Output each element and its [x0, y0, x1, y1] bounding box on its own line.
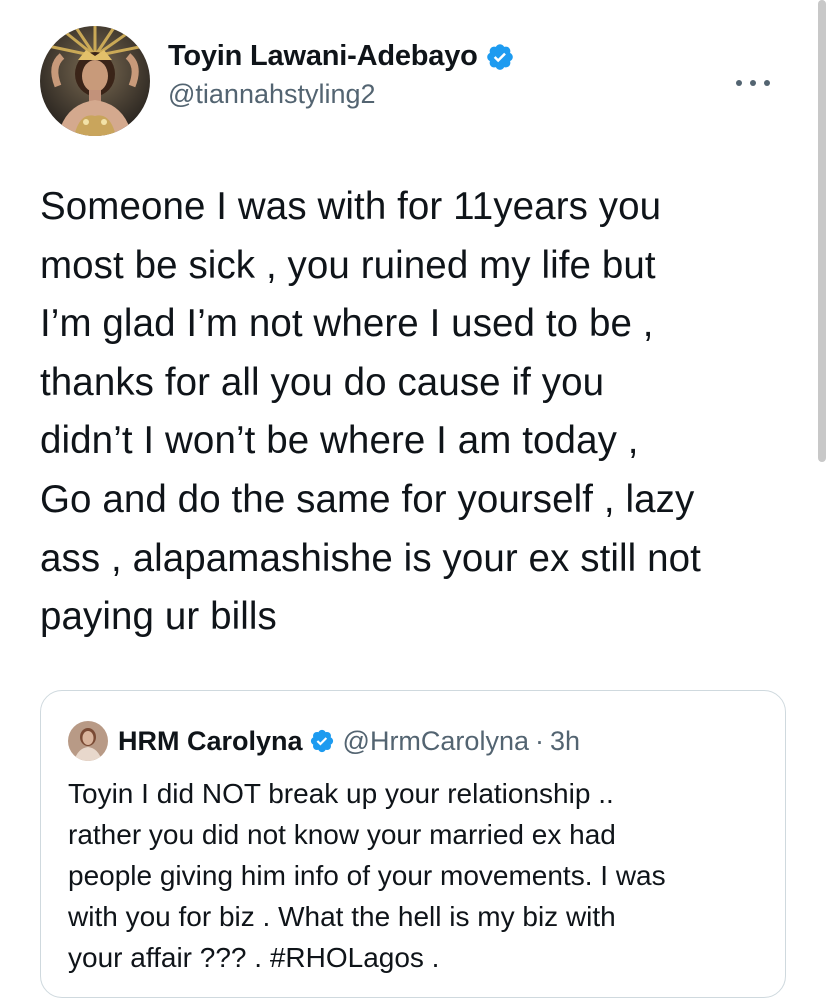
author-handle[interactable]: @tiannahstyling2 — [168, 79, 515, 110]
quoted-author-avatar[interactable] — [68, 721, 108, 761]
verified-badge-icon[interactable] — [485, 42, 515, 72]
more-options-icon[interactable] — [736, 76, 770, 90]
quoted-tweet[interactable]: HRM Carolyna @HrmCarolyna · 3h Toyin I d… — [40, 690, 786, 998]
author-display-name[interactable]: Toyin Lawani-Adebayo — [168, 40, 478, 73]
verified-badge-icon[interactable] — [309, 728, 335, 754]
quoted-author-handle[interactable]: @HrmCarolyna — [343, 726, 529, 757]
more-dot — [736, 80, 742, 86]
quoted-tweet-text: Toyin I did NOT break up your relationsh… — [68, 778, 666, 973]
more-dot — [764, 80, 770, 86]
author-name-row[interactable]: Toyin Lawani-Adebayo — [168, 40, 515, 73]
tweet-card: Toyin Lawani-Adebayo @tiannahstyling2 So… — [0, 0, 829, 1008]
quoted-author-name[interactable]: HRM Carolyna — [118, 726, 303, 757]
author-info: Toyin Lawani-Adebayo @tiannahstyling2 — [168, 40, 515, 110]
tweet-text: Someone I was with for 11years you most … — [40, 185, 701, 639]
quoted-tweet-time[interactable]: 3h — [550, 726, 580, 757]
quoted-tweet-header: HRM Carolyna @HrmCarolyna · 3h — [68, 721, 580, 761]
scrollbar-thumb[interactable] — [818, 0, 826, 462]
author-avatar[interactable] — [40, 26, 150, 136]
meta-separator: · — [534, 725, 544, 756]
more-dot — [750, 80, 756, 86]
tweet-header: Toyin Lawani-Adebayo @tiannahstyling2 — [40, 26, 800, 136]
